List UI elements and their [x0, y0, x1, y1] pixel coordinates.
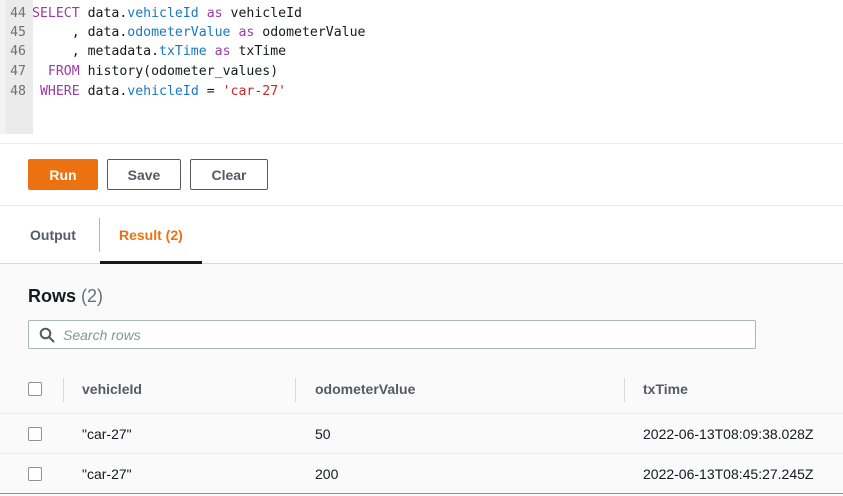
cell-txtime: 2022-06-13T08:09:38.028Z: [643, 426, 814, 442]
row-checkbox[interactable]: [28, 427, 42, 441]
column-divider: [624, 378, 625, 402]
code-line[interactable]: 46 , metadata.txTime as txTime: [0, 42, 286, 62]
code-token: odometerValue: [127, 25, 231, 40]
save-button[interactable]: Save: [107, 159, 181, 190]
cell-txtime: 2022-06-13T08:45:27.245Z: [643, 466, 814, 482]
code-token: , metadata.: [32, 44, 160, 59]
table-row[interactable]: "car-27" 50 2022-06-13T08:09:38.028Z: [0, 414, 843, 454]
rows-heading: Rows (2): [28, 286, 103, 307]
cell-vehicleid: "car-27": [82, 466, 132, 482]
code-token: =: [198, 84, 223, 99]
code-token: vehicleId: [127, 6, 199, 21]
code-token: txTime: [159, 44, 207, 59]
line-number: 44: [10, 6, 26, 21]
run-button[interactable]: Run: [28, 159, 98, 190]
tab-result[interactable]: Result (2): [119, 206, 183, 264]
tab-output[interactable]: Output: [30, 206, 76, 264]
table-header: vehicleId odometerValue txTime: [0, 365, 843, 414]
code-token: data.: [79, 84, 128, 99]
code-token: odometerValue: [254, 25, 366, 40]
code-line[interactable]: 48 WHERE data.vehicleId = 'car-27': [0, 82, 286, 102]
code-token: FROM: [47, 64, 80, 79]
output-tabs: Output Result (2): [0, 205, 843, 264]
code-token: as: [206, 6, 223, 21]
column-header-odometervalue[interactable]: odometerValue: [315, 365, 415, 414]
column-header-txtime[interactable]: txTime: [643, 365, 688, 414]
line-number: 47: [10, 64, 26, 79]
code-line[interactable]: 44 SELECT data.vehicleId as vehicleId: [0, 4, 302, 24]
rows-count: (2): [81, 286, 104, 306]
clear-button[interactable]: Clear: [190, 159, 268, 190]
column-divider: [63, 378, 64, 402]
code-token: as: [214, 44, 231, 59]
cell-odometervalue: 200: [315, 466, 339, 482]
tab-divider: [99, 218, 100, 252]
cell-vehicleid: "car-27": [82, 426, 132, 442]
results-table: vehicleId odometerValue txTime "car-27" …: [0, 365, 843, 494]
line-number: 46: [10, 44, 26, 59]
code-token: , data.: [32, 25, 128, 40]
code-token: txTime: [230, 44, 287, 59]
line-number: 45: [10, 25, 26, 40]
code-token: WHERE: [39, 84, 80, 99]
cell-odometervalue: 50: [315, 426, 331, 442]
select-all-checkbox[interactable]: [28, 382, 42, 396]
search-icon: [39, 327, 55, 343]
code-token: history(odometer_values): [79, 64, 279, 79]
row-checkbox[interactable]: [28, 467, 42, 481]
line-number: 48: [10, 84, 26, 99]
code-token: as: [238, 25, 255, 40]
code-line[interactable]: 47 FROM history(odometer_values): [0, 62, 278, 82]
rows-title: Rows: [28, 286, 77, 306]
column-header-vehicleid[interactable]: vehicleId: [82, 365, 142, 414]
code-token: SELECT: [32, 6, 80, 21]
code-line[interactable]: 45 , data.odometerValue as odometerValue: [0, 23, 366, 43]
query-editor[interactable]: 44 SELECT data.vehicleId as vehicleId 45 …: [0, 0, 843, 144]
search-box[interactable]: [28, 320, 756, 349]
results-panel: Rows (2) vehicleId odometerValue txTime …: [0, 264, 843, 496]
table-row[interactable]: "car-27" 200 2022-06-13T08:45:27.245Z: [0, 454, 843, 494]
column-divider: [295, 378, 296, 402]
search-input[interactable]: [63, 323, 743, 346]
code-token: 'car-27': [222, 84, 287, 99]
code-token: vehicleId: [127, 84, 199, 99]
code-token: vehicleId: [222, 6, 302, 21]
code-token: data.: [79, 6, 128, 21]
